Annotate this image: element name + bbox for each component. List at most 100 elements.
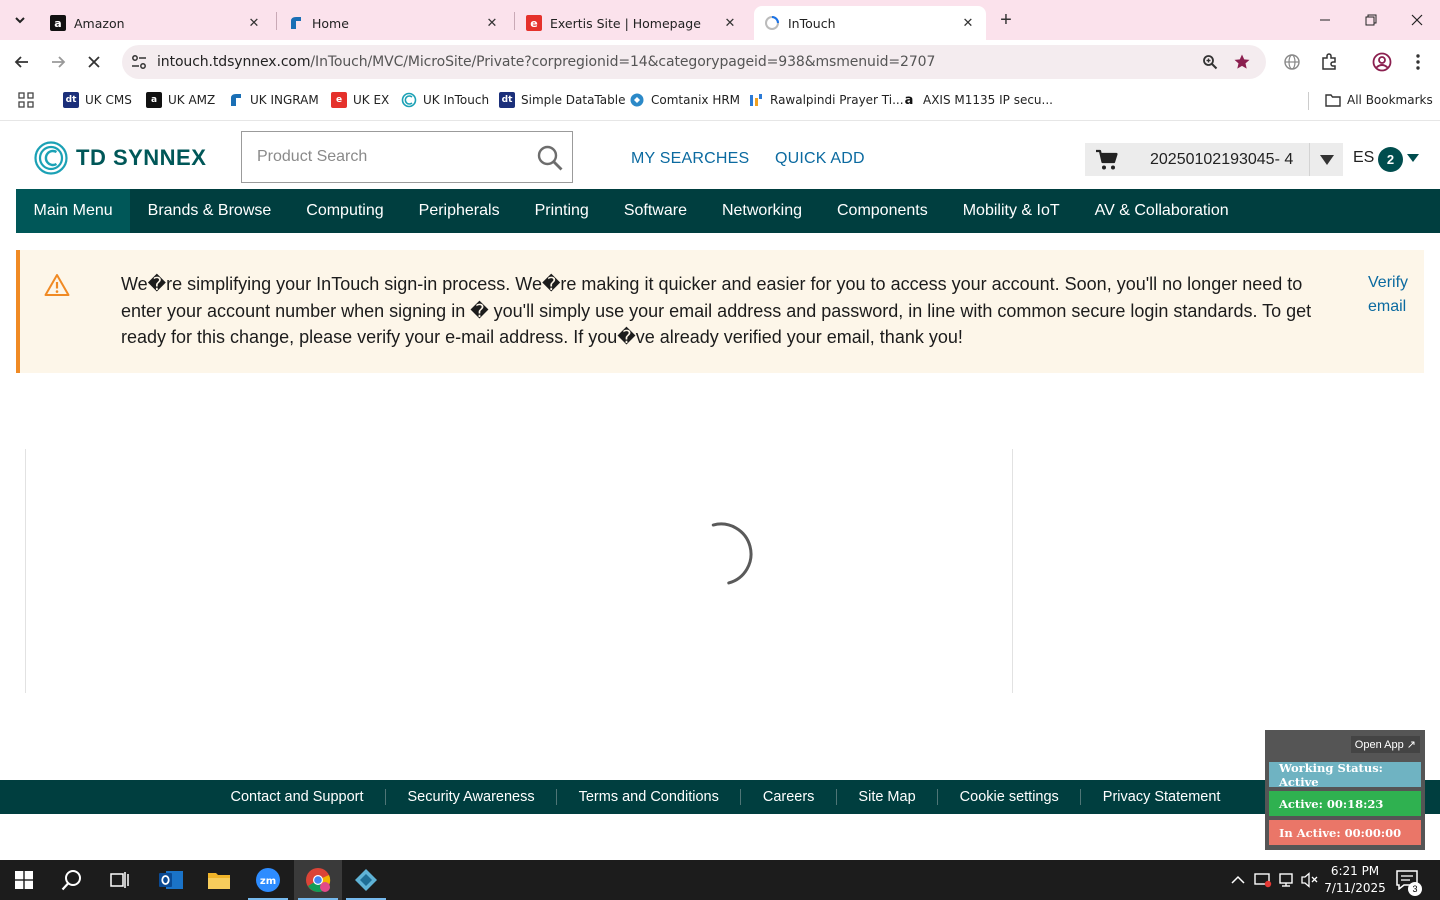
apps-icon[interactable]: [18, 91, 34, 109]
tab-exertis[interactable]: e Exertis Site | Homepage ✕: [516, 6, 748, 40]
footer-careers[interactable]: Careers: [741, 789, 836, 805]
taskbar-search-button[interactable]: [48, 860, 96, 900]
nav-peripherals[interactable]: Peripherals: [401, 189, 517, 233]
language-selector[interactable]: ES: [1353, 149, 1374, 167]
restore-button[interactable]: [1348, 0, 1394, 40]
windows-logo-icon: [15, 871, 33, 889]
notification-badge[interactable]: 2: [1378, 147, 1403, 172]
bookmark-axis-m1135[interactable]: a AXIS M1135 IP secu...: [901, 91, 1053, 109]
bookmark-uk-amz[interactable]: a UK AMZ: [146, 91, 215, 109]
footer-site-map[interactable]: Site Map: [837, 789, 937, 805]
product-search-input[interactable]: [242, 132, 522, 182]
tab-title: Home: [312, 15, 349, 31]
prayer-icon: [748, 92, 764, 108]
zoom-taskbar-icon[interactable]: zm: [244, 860, 292, 900]
amazon-icon: a: [904, 92, 914, 108]
td-synnex-logo-icon: [34, 141, 68, 175]
my-searches-link[interactable]: MY SEARCHES: [631, 150, 749, 168]
footer-terms-conditions[interactable]: Terms and Conditions: [557, 789, 740, 805]
action-center-button[interactable]: 3: [1396, 870, 1422, 896]
bookmark-uk-ingram[interactable]: UK INGRAM: [228, 91, 319, 109]
nav-computing[interactable]: Computing: [289, 189, 401, 233]
search-icon[interactable]: [536, 144, 564, 172]
profile-icon[interactable]: [1370, 50, 1394, 74]
site-footer: Contact and Support Security Awareness T…: [0, 780, 1440, 814]
footer-security-awareness[interactable]: Security Awareness: [386, 789, 556, 805]
nav-software[interactable]: Software: [606, 189, 704, 233]
translate-icon[interactable]: [1280, 50, 1304, 74]
file-explorer-taskbar-icon[interactable]: [195, 860, 243, 900]
warning-icon: [44, 274, 70, 296]
address-bar[interactable]: intouch.tdsynnex.com/InTouch/MVC/MicroSi…: [122, 45, 1266, 79]
chevron-up-icon[interactable]: [1228, 870, 1248, 890]
nav-mobility-iot[interactable]: Mobility & IoT: [945, 189, 1077, 233]
task-view-button[interactable]: [96, 860, 144, 900]
all-bookmarks-button[interactable]: All Bookmarks: [1325, 91, 1433, 109]
close-icon[interactable]: ✕: [484, 15, 500, 31]
tab-title: InTouch: [788, 15, 836, 31]
cart-number: 20250102193045- 4: [1150, 151, 1294, 168]
nav-av-collaboration[interactable]: AV & Collaboration: [1077, 189, 1246, 233]
start-button[interactable]: [0, 860, 48, 900]
content-border-left: [25, 449, 26, 693]
nav-brands-browse[interactable]: Brands & Browse: [130, 189, 289, 233]
nav-components[interactable]: Components: [820, 189, 946, 233]
extensions-icon[interactable]: [1317, 50, 1341, 74]
browser-tab-strip: a Amazon ✕ Home ✕ e Exertis Site | Homep…: [0, 0, 1440, 40]
product-search: [241, 131, 573, 183]
tab-home[interactable]: Home ✕: [278, 6, 510, 40]
ingram-icon: [228, 92, 244, 108]
caret-down-icon[interactable]: [1407, 154, 1419, 162]
tab-search-button[interactable]: [6, 6, 34, 34]
close-icon[interactable]: ✕: [722, 15, 738, 31]
close-icon[interactable]: ✕: [960, 15, 976, 31]
tab-amazon[interactable]: a Amazon ✕: [40, 6, 272, 40]
tab-intouch[interactable]: InTouch ✕: [754, 6, 986, 40]
open-app-button[interactable]: Open App ↗: [1350, 736, 1420, 753]
bookmark-star-icon[interactable]: [1232, 52, 1252, 72]
taskbar-clock[interactable]: 6:21 PM 7/11/2025: [1322, 863, 1388, 897]
td-synnex-logo[interactable]: TD SYNNEX: [34, 140, 206, 176]
nav-networking[interactable]: Networking: [704, 189, 819, 233]
footer-cookie-settings[interactable]: Cookie settings: [938, 789, 1080, 805]
close-icon[interactable]: ✕: [246, 15, 262, 31]
bookmark-comtanix-hrm[interactable]: Comtanix HRM: [629, 91, 740, 109]
arrow-left-icon: [14, 56, 28, 68]
stop-button[interactable]: [80, 48, 108, 76]
back-button[interactable]: [8, 48, 36, 76]
bookmark-uk-intouch[interactable]: UK InTouch: [401, 91, 489, 109]
dt-icon: dt: [63, 92, 79, 108]
bookmark-label: Simple DataTable: [521, 93, 626, 107]
task-view-icon: [110, 872, 129, 888]
nav-printing[interactable]: Printing: [517, 189, 606, 233]
volume-muted-icon[interactable]: [1300, 870, 1320, 890]
bookmark-uk-ex[interactable]: e UK EX: [331, 91, 389, 109]
minimize-button[interactable]: [1302, 0, 1348, 40]
footer-links: Contact and Support Security Awareness T…: [209, 780, 1242, 814]
new-tab-button[interactable]: +: [994, 8, 1018, 32]
app-taskbar-icon[interactable]: [342, 860, 390, 900]
footer-privacy-statement[interactable]: Privacy Statement: [1081, 789, 1242, 805]
arrow-right-icon: [52, 56, 66, 68]
network-icon[interactable]: [1277, 870, 1297, 890]
windows-taskbar: zm 6:21 PM 7/11/2025 3: [0, 860, 1440, 900]
footer-contact-support[interactable]: Contact and Support: [209, 789, 385, 805]
bookmark-rawalpindi-prayer[interactable]: Rawalpindi Prayer Ti...: [748, 91, 904, 109]
nav-main-menu[interactable]: Main Menu: [16, 189, 131, 233]
more-menu-icon[interactable]: [1406, 50, 1430, 74]
tab-separator: [514, 12, 515, 30]
security-tray-icon[interactable]: [1253, 870, 1273, 890]
forward-button[interactable]: [44, 48, 72, 76]
quick-add-link[interactable]: QUICK ADD: [775, 150, 865, 168]
zoom-icon[interactable]: [1200, 52, 1220, 72]
bookmark-label: Rawalpindi Prayer Ti...: [770, 93, 904, 107]
bookmark-simple-datatable[interactable]: dt Simple DataTable: [499, 91, 625, 109]
close-window-button[interactable]: [1394, 0, 1440, 40]
cart-selector[interactable]: 20250102193045- 4: [1085, 143, 1343, 176]
chrome-taskbar-icon[interactable]: [294, 860, 342, 900]
cart-dropdown-button[interactable]: [1309, 143, 1343, 176]
outlook-taskbar-icon[interactable]: [147, 860, 195, 900]
bookmark-uk-cms[interactable]: dt UK CMS: [63, 91, 132, 109]
site-settings-icon[interactable]: [130, 53, 148, 71]
verify-email-link[interactable]: Verify email: [1368, 271, 1420, 319]
